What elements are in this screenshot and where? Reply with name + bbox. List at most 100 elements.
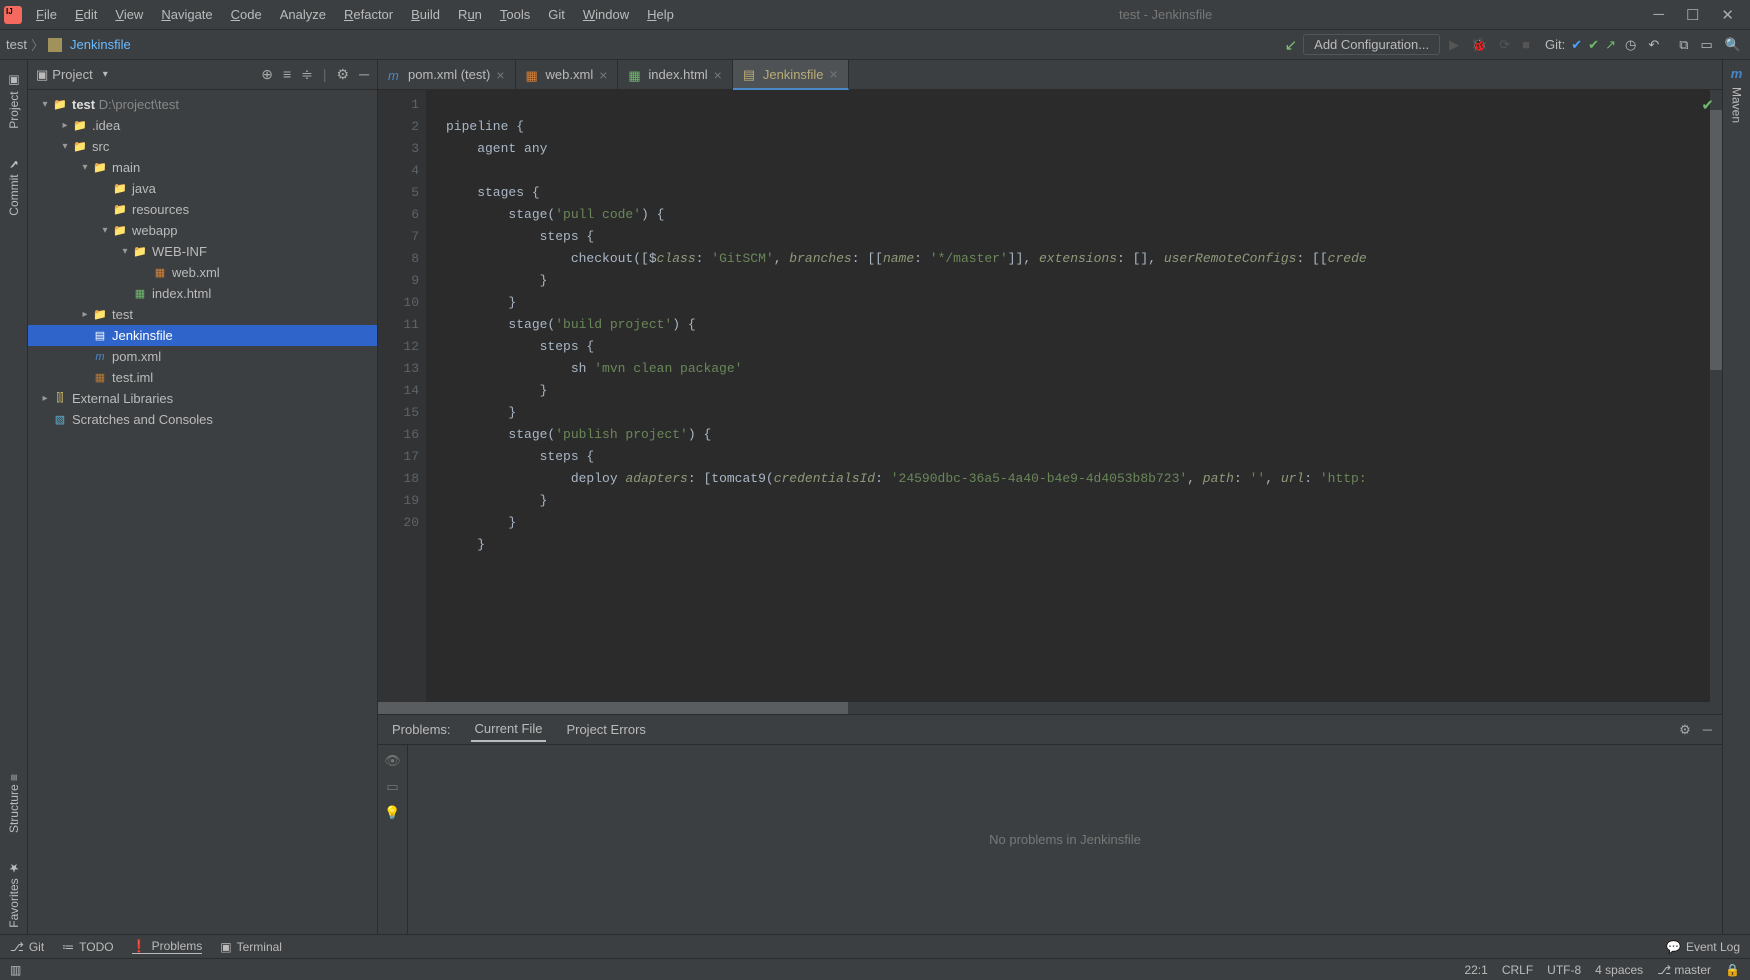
tool-commit-tab[interactable]: Commit ✔: [5, 151, 23, 222]
menu-refactor[interactable]: Refactor: [336, 3, 401, 26]
status-lock-icon[interactable]: 🔒: [1725, 963, 1740, 977]
menu-window[interactable]: Window: [575, 3, 637, 26]
maximize-button[interactable]: ☐: [1682, 4, 1703, 26]
rollback-icon[interactable]: ↶: [1645, 37, 1662, 53]
build-icon[interactable]: ↙: [1285, 36, 1298, 54]
close-tab-icon[interactable]: ×: [496, 67, 504, 83]
problems-hide-icon[interactable]: ─: [1703, 722, 1712, 738]
project-sidebar: ▣ Project ▾ ⊕ ≡ ≑ | ⚙ ─ ▾📁test D:\projec…: [28, 60, 378, 934]
tree-src[interactable]: ▾📁src: [28, 136, 377, 157]
code-editor[interactable]: pipeline { agent any stages { stage('pul…: [426, 90, 1710, 702]
tool-favorites-tab[interactable]: Favorites ★: [5, 855, 23, 934]
inspections-ok-icon[interactable]: ✔: [1701, 96, 1714, 114]
menu-navigate[interactable]: Navigate: [153, 3, 220, 26]
menu-tools[interactable]: Tools: [492, 3, 538, 26]
tree-pom[interactable]: mpom.xml: [28, 346, 377, 367]
project-header-title[interactable]: Project: [52, 67, 92, 82]
menu-analyze[interactable]: Analyze: [272, 3, 334, 26]
project-view-dropdown[interactable]: ▾: [103, 69, 108, 80]
search-everywhere-icon[interactable]: 🔍: [1722, 37, 1744, 53]
status-eol[interactable]: CRLF: [1502, 963, 1533, 977]
collapse-all-icon[interactable]: ≑: [301, 66, 313, 83]
bottom-terminal[interactable]: ▣ Terminal: [220, 940, 282, 954]
tree-root[interactable]: ▾📁test D:\project\test: [28, 94, 377, 115]
tree-webapp[interactable]: ▾📁webapp: [28, 220, 377, 241]
bulb-icon[interactable]: 💡: [384, 805, 400, 821]
tree-webxml[interactable]: ▦web.xml: [28, 262, 377, 283]
editor-body[interactable]: 1234567891011121314151617181920 pipeline…: [378, 90, 1722, 702]
close-tab-icon[interactable]: ×: [599, 67, 607, 83]
locate-icon[interactable]: ⊕: [261, 66, 273, 83]
menu-help[interactable]: Help: [639, 3, 682, 26]
ide-settings-icon[interactable]: ▭: [1698, 37, 1716, 53]
tab-web[interactable]: ▦web.xml×: [516, 60, 619, 89]
menu-view[interactable]: View: [107, 3, 151, 26]
menu-edit[interactable]: Edit: [67, 3, 105, 26]
minimize-button[interactable]: ─: [1649, 4, 1668, 25]
breadcrumb-root[interactable]: test: [6, 37, 27, 52]
coverage-icon[interactable]: ⟳: [1496, 37, 1513, 53]
menu-git[interactable]: Git: [540, 3, 573, 26]
tree-java[interactable]: 📁java: [28, 178, 377, 199]
status-encoding[interactable]: UTF-8: [1547, 963, 1581, 977]
tree-resources[interactable]: 📁resources: [28, 199, 377, 220]
status-branch[interactable]: ⎇ master: [1657, 963, 1711, 977]
tree-testfolder[interactable]: ▸📁test: [28, 304, 377, 325]
close-tab-icon[interactable]: ×: [714, 67, 722, 83]
git-push-icon[interactable]: ↗: [1605, 37, 1616, 53]
git-commit-icon[interactable]: ✔: [1588, 37, 1599, 53]
settings-icon[interactable]: ⚙: [337, 66, 350, 83]
tool-project-tab[interactable]: Project ▣: [5, 68, 23, 135]
expand-all-icon[interactable]: ≡: [283, 66, 291, 83]
html-icon: ▦: [628, 68, 642, 82]
stop-icon[interactable]: ■: [1519, 37, 1533, 52]
tool-structure-tab[interactable]: Structure ≡: [5, 768, 23, 839]
main-menu: File Edit View Navigate Code Analyze Ref…: [28, 3, 682, 26]
maven-icon: m: [388, 68, 402, 82]
tree-webinf[interactable]: ▾📁WEB-INF: [28, 241, 377, 262]
run-config-dropdown[interactable]: Add Configuration...: [1303, 34, 1440, 55]
status-caret-pos[interactable]: 22:1: [1464, 963, 1487, 977]
git-update-icon[interactable]: ✔: [1571, 37, 1582, 53]
maven-tool-icon[interactable]: m: [1731, 66, 1743, 81]
menu-run[interactable]: Run: [450, 3, 490, 26]
history-icon[interactable]: ◷: [1622, 37, 1639, 53]
tree-scratches[interactable]: ▧Scratches and Consoles: [28, 409, 377, 430]
menu-build[interactable]: Build: [403, 3, 448, 26]
tree-iml[interactable]: ▦test.iml: [28, 367, 377, 388]
tree-external[interactable]: ▸⫿⫿External Libraries: [28, 388, 377, 409]
problems-settings-icon[interactable]: ⚙: [1679, 722, 1691, 738]
preview-icon[interactable]: 👁: [384, 753, 401, 769]
open-in-icon[interactable]: ⧉: [1676, 37, 1691, 53]
tab-pom[interactable]: mpom.xml (test)×: [378, 60, 516, 89]
menu-file[interactable]: File: [28, 3, 65, 26]
tree-indexhtml[interactable]: ▦index.html: [28, 283, 377, 304]
hide-panel-icon[interactable]: ─: [359, 66, 369, 83]
status-indent[interactable]: 4 spaces: [1595, 963, 1643, 977]
status-left-icon[interactable]: ▥: [10, 963, 21, 977]
horizontal-scrollbar[interactable]: [378, 702, 1722, 714]
maven-tool-tab[interactable]: Maven: [1728, 81, 1746, 129]
run-icon[interactable]: ▶: [1446, 37, 1462, 53]
close-button[interactable]: ✕: [1717, 4, 1738, 26]
tab-jenkins[interactable]: ▤Jenkinsfile×: [733, 60, 849, 90]
bottom-event-log[interactable]: 💬 Event Log: [1666, 940, 1740, 954]
tree-jenkinsfile[interactable]: ▤Jenkinsfile: [28, 325, 377, 346]
problems-project-errors-tab[interactable]: Project Errors: [562, 718, 649, 741]
vertical-scrollbar[interactable]: [1710, 90, 1722, 702]
editor-area: mpom.xml (test)× ▦web.xml× ▦index.html× …: [378, 60, 1722, 934]
project-tree[interactable]: ▾📁test D:\project\test ▸📁.idea ▾📁src ▾📁m…: [28, 90, 377, 934]
tree-main[interactable]: ▾📁main: [28, 157, 377, 178]
bottom-git[interactable]: ⎇ Git: [10, 940, 44, 954]
tree-idea[interactable]: ▸📁.idea: [28, 115, 377, 136]
breadcrumb-current[interactable]: Jenkinsfile: [70, 37, 131, 52]
debug-icon[interactable]: 🐞: [1468, 37, 1490, 53]
tab-index[interactable]: ▦index.html×: [618, 60, 732, 89]
bottom-problems[interactable]: ❗ Problems: [132, 939, 203, 954]
bottom-todo[interactable]: ≔ TODO: [62, 940, 113, 954]
close-tab-icon[interactable]: ×: [830, 66, 838, 82]
toolbar-right: ↙ Add Configuration... ▶ 🐞 ⟳ ■ Git: ✔ ✔ …: [1285, 34, 1744, 55]
expand-icon[interactable]: ▭: [386, 779, 398, 795]
menu-code[interactable]: Code: [223, 3, 270, 26]
problems-current-file-tab[interactable]: Current File: [471, 717, 547, 742]
